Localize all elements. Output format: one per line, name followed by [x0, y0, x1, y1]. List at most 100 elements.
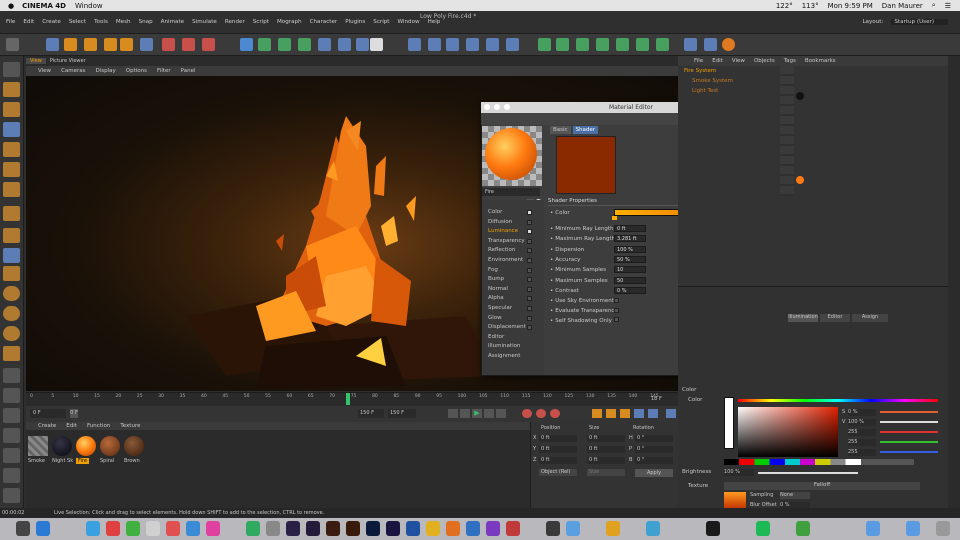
- layout-select[interactable]: Startup (User): [891, 19, 948, 25]
- coord-mode-select[interactable]: Object (Rel): [539, 469, 577, 476]
- object-tag-dark[interactable]: [796, 92, 804, 100]
- texture-preview[interactable]: [724, 492, 746, 509]
- user-name[interactable]: Dan Maurer: [882, 2, 923, 10]
- mat-menu-edit[interactable]: Edit: [66, 423, 77, 429]
- polygons-mode-icon[interactable]: [3, 162, 20, 177]
- size-z-input[interactable]: 0 ft: [587, 457, 625, 464]
- search-icon[interactable]: ⌕: [932, 1, 936, 10]
- key-rotation-icon[interactable]: [620, 409, 630, 418]
- rotate-icon[interactable]: [104, 38, 117, 51]
- uv-mode-icon[interactable]: [3, 182, 20, 197]
- menu-script-2[interactable]: Script: [373, 19, 389, 25]
- tab-picture-viewer[interactable]: Picture Viewer: [46, 58, 90, 64]
- channel-illumination[interactable]: Illumination: [482, 342, 544, 352]
- sampling-select[interactable]: None: [780, 492, 810, 499]
- checkbox-specular[interactable]: [527, 305, 532, 311]
- minimize-icon[interactable]: [494, 104, 500, 110]
- s-slider[interactable]: [880, 411, 938, 413]
- menu-render[interactable]: Render: [225, 19, 245, 25]
- y-axis-icon[interactable]: [3, 306, 20, 321]
- min-frame-input[interactable]: 0 F: [70, 409, 78, 418]
- pos-x-input[interactable]: 0 ft: [539, 435, 577, 442]
- messages-icon[interactable]: [126, 521, 140, 536]
- checkbox-normal[interactable]: [527, 286, 532, 292]
- apply-button[interactable]: Apply: [635, 469, 673, 477]
- obj-menu-edit[interactable]: Edit: [712, 58, 723, 64]
- goto-end-icon[interactable]: [496, 409, 506, 418]
- g-slider[interactable]: [880, 441, 938, 443]
- trash-icon[interactable]: [936, 521, 950, 536]
- texture-mode-icon[interactable]: [3, 82, 20, 97]
- spline-icon[interactable]: [258, 38, 271, 51]
- premiere-icon[interactable]: [306, 521, 320, 536]
- object-visibility-column[interactable]: [780, 66, 794, 196]
- cinema4d-dock-icon[interactable]: [406, 521, 420, 536]
- menu-file[interactable]: File: [6, 19, 15, 25]
- world-axis-icon[interactable]: [140, 38, 153, 51]
- python-icon[interactable]: [538, 38, 551, 51]
- brush-icon[interactable]: [3, 468, 20, 483]
- skype-icon[interactable]: [646, 521, 660, 536]
- menu-mograph[interactable]: Mograph: [277, 19, 302, 25]
- menu-character[interactable]: Character: [310, 19, 338, 25]
- spotify-icon[interactable]: [756, 521, 770, 536]
- max-frame-input[interactable]: 150 F: [358, 409, 384, 418]
- checkbox-alpha[interactable]: [527, 296, 532, 302]
- checkbox-fog[interactable]: [527, 267, 532, 273]
- brightness-input[interactable]: 100 %: [724, 469, 754, 476]
- workplane-icon[interactable]: [704, 38, 717, 51]
- grid-icon[interactable]: [3, 408, 20, 423]
- size-mode-select[interactable]: Size: [587, 469, 625, 476]
- channel-reflection[interactable]: Reflection: [482, 246, 544, 256]
- menu-snap[interactable]: Snap: [139, 19, 153, 25]
- rot-h-input[interactable]: 0 °: [635, 435, 673, 442]
- key-pla-icon[interactable]: [648, 409, 658, 418]
- settings-icon[interactable]: [266, 521, 280, 536]
- b-slider[interactable]: [880, 451, 938, 453]
- object-fire-system[interactable]: Fire System: [684, 68, 716, 74]
- r-slider[interactable]: [880, 431, 938, 433]
- self-shadowing-checkbox[interactable]: [614, 317, 619, 322]
- fracture-icon[interactable]: [596, 38, 609, 51]
- channel-alpha[interactable]: Alpha: [482, 294, 544, 304]
- material-nightsky-thumb[interactable]: [52, 436, 72, 456]
- cube-icon[interactable]: [240, 38, 253, 51]
- mail-icon[interactable]: [106, 521, 120, 536]
- finder-icon[interactable]: [16, 521, 30, 536]
- material-smoke-thumb[interactable]: [28, 436, 48, 456]
- object-smoke-system[interactable]: Smoke System: [692, 78, 733, 84]
- aftereffects-icon[interactable]: [386, 521, 400, 536]
- render-pv-icon[interactable]: [182, 38, 195, 51]
- accuracy-input[interactable]: 50 %: [614, 256, 646, 263]
- menu-select[interactable]: Select: [69, 19, 86, 25]
- menu-simulate[interactable]: Simulate: [192, 19, 217, 25]
- vp-menu-cameras[interactable]: Cameras: [61, 68, 85, 74]
- obj-menu-objects[interactable]: Objects: [754, 58, 775, 64]
- vp-menu-panel[interactable]: Panel: [181, 68, 196, 74]
- live-selection-icon[interactable]: [46, 38, 59, 51]
- playhead[interactable]: [346, 393, 350, 405]
- tab-shader[interactable]: Shader: [572, 126, 599, 134]
- channel-diffusion[interactable]: Diffusion: [482, 218, 544, 228]
- make-editable-icon[interactable]: [408, 38, 421, 51]
- obj-menu-view[interactable]: View: [732, 58, 745, 64]
- menu-edit[interactable]: Edit: [23, 19, 34, 25]
- app-purple-icon[interactable]: [486, 521, 500, 536]
- size-x-input[interactable]: 0 ft: [587, 435, 625, 442]
- mat-menu-texture[interactable]: Texture: [120, 423, 140, 429]
- folder-icon[interactable]: [866, 521, 880, 536]
- sky-env-checkbox[interactable]: [614, 298, 619, 303]
- contrast-input[interactable]: 0 %: [614, 287, 646, 294]
- key-scale-icon[interactable]: [606, 409, 616, 418]
- obj-menu-file[interactable]: File: [694, 58, 703, 64]
- object-tag-fire[interactable]: [796, 176, 804, 184]
- autokey-icon[interactable]: [536, 409, 546, 418]
- g-input[interactable]: 255: [848, 439, 876, 446]
- polygons-icon[interactable]: [466, 38, 479, 51]
- checkbox-glow[interactable]: [527, 315, 532, 321]
- dispersion-input[interactable]: 100 %: [614, 246, 646, 253]
- channel-fog[interactable]: Fog: [482, 266, 544, 276]
- play-icon[interactable]: ▶: [472, 409, 482, 418]
- next-frame-icon[interactable]: [484, 409, 494, 418]
- s-plugin-icon[interactable]: [722, 38, 735, 51]
